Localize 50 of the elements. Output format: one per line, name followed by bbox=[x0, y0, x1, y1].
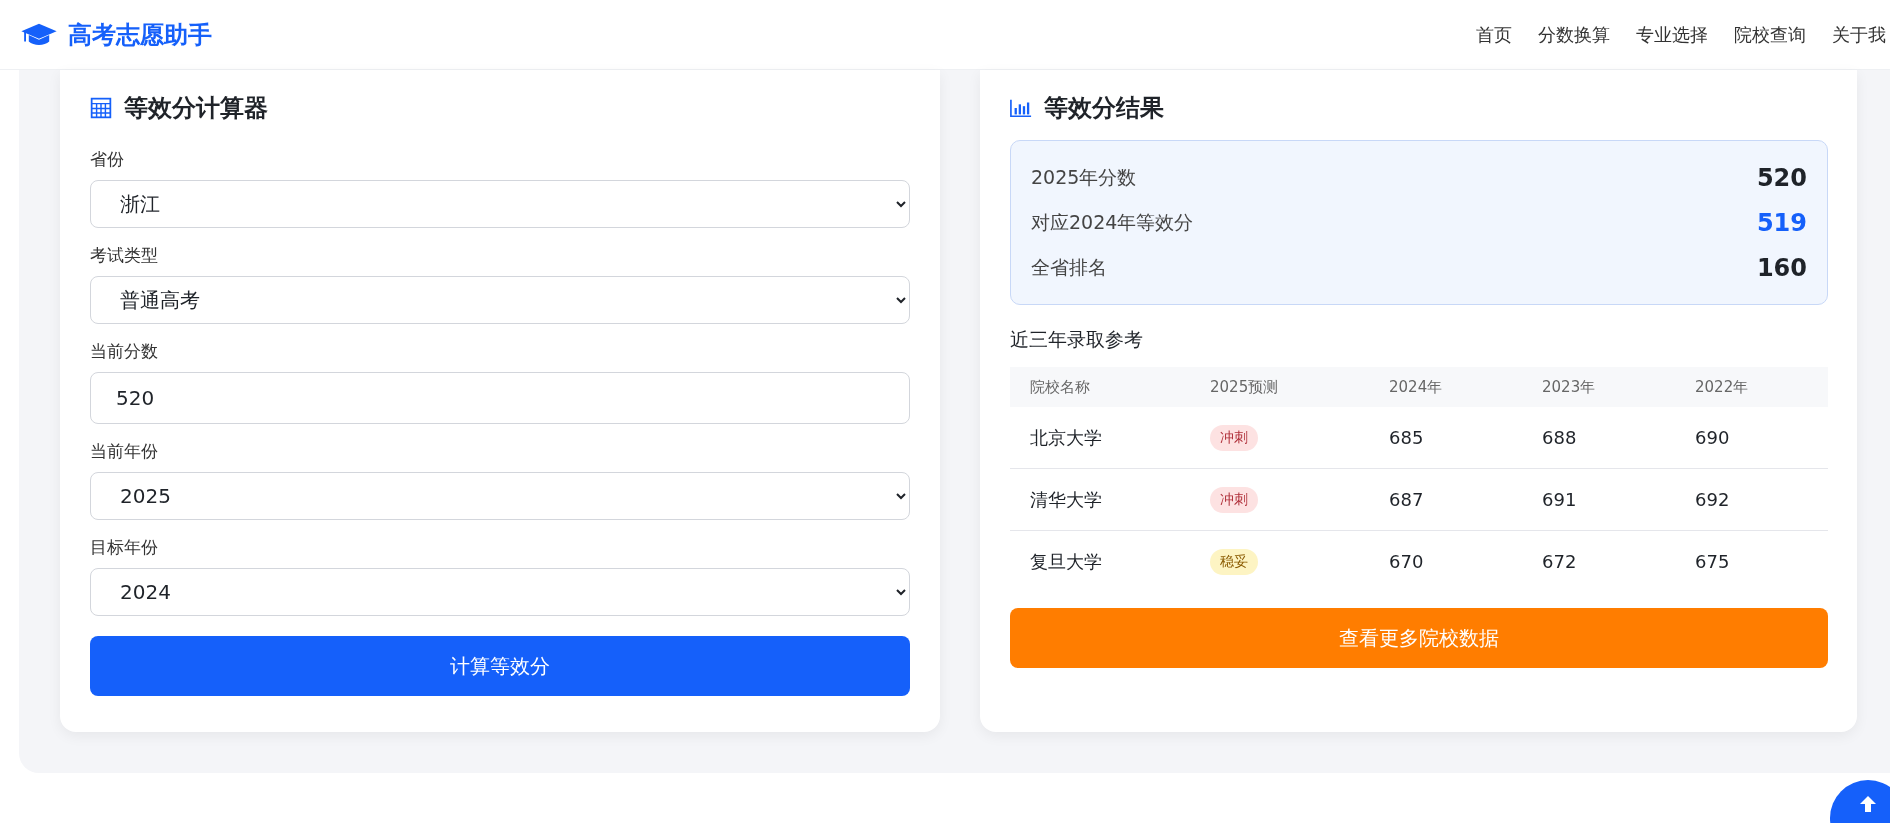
column-header: 院校名称 bbox=[1030, 377, 1091, 397]
card-title: 等效分计算器 bbox=[124, 93, 268, 124]
table-cell-text: 685 bbox=[1389, 427, 1425, 448]
nav-link[interactable]: 分数换算 bbox=[1538, 22, 1610, 47]
calculate-button[interactable]: 计算等效分 bbox=[90, 636, 910, 696]
field-label: 当前年份 bbox=[90, 440, 159, 462]
section-heading: 近三年录取参考 bbox=[1010, 327, 1144, 352]
summary-label: 对应2024年等效分 bbox=[1031, 209, 1194, 235]
table-cell-text: 687 bbox=[1389, 489, 1425, 510]
summary-value: 519 bbox=[1756, 208, 1807, 237]
table-cell-text: 692 bbox=[1695, 489, 1731, 510]
column-header: 2025预测 bbox=[1210, 377, 1280, 397]
dropdown-select[interactable]: 2024 bbox=[90, 568, 910, 616]
table-cell-text: 复旦大学 bbox=[1030, 549, 1103, 574]
dropdown-select[interactable]: 2025 bbox=[90, 472, 910, 520]
card-title: 等效分结果 bbox=[1044, 93, 1164, 124]
column-header: 2023年 bbox=[1542, 377, 1597, 397]
dropdown-select[interactable]: 普通高考 bbox=[90, 276, 910, 324]
column-header: 2022年 bbox=[1695, 377, 1750, 397]
table-cell-text: 688 bbox=[1542, 427, 1578, 448]
up-arrow-icon bbox=[1858, 794, 1878, 814]
nav-link[interactable]: 专业选择 bbox=[1636, 22, 1708, 47]
table-cell-text: 675 bbox=[1695, 551, 1731, 572]
table-cell-text: 北京大学 bbox=[1030, 425, 1103, 450]
nav-link[interactable]: 院校查询 bbox=[1734, 22, 1806, 47]
summary-label: 全省排名 bbox=[1031, 254, 1107, 280]
table-cell-text: 670 bbox=[1389, 551, 1425, 572]
dropdown-select[interactable]: 浙江 bbox=[90, 180, 910, 228]
field-label: 当前分数 bbox=[90, 340, 159, 362]
table-cell-text: 672 bbox=[1542, 551, 1578, 572]
prediction-tag: 稳妥 bbox=[1210, 548, 1258, 575]
table-cell-text: 690 bbox=[1695, 427, 1731, 448]
summary-value: 520 bbox=[1756, 163, 1807, 192]
table-cell-text: 清华大学 bbox=[1030, 487, 1103, 512]
column-header: 2024年 bbox=[1389, 377, 1444, 397]
prediction-tag: 冲刺 bbox=[1210, 424, 1258, 451]
site-logo-text[interactable]: 高考志愿助手 bbox=[68, 18, 212, 51]
field-label: 考试类型 bbox=[90, 244, 159, 266]
graduation-cap-icon bbox=[20, 21, 58, 48]
table-cell-text: 691 bbox=[1542, 489, 1578, 510]
field-label: 目标年份 bbox=[90, 536, 159, 558]
calculator-icon bbox=[90, 97, 112, 119]
score-input[interactable]: 520 bbox=[90, 372, 910, 424]
summary-label: 2025年分数 bbox=[1031, 164, 1137, 190]
prediction-tag: 冲刺 bbox=[1210, 486, 1258, 513]
nav-link[interactable]: 首页 bbox=[1476, 22, 1512, 47]
summary-value: 160 bbox=[1756, 253, 1807, 282]
field-label: 省份 bbox=[90, 148, 125, 170]
bar-chart-icon bbox=[1010, 97, 1032, 119]
nav-link[interactable]: 关于我 bbox=[1832, 22, 1886, 47]
